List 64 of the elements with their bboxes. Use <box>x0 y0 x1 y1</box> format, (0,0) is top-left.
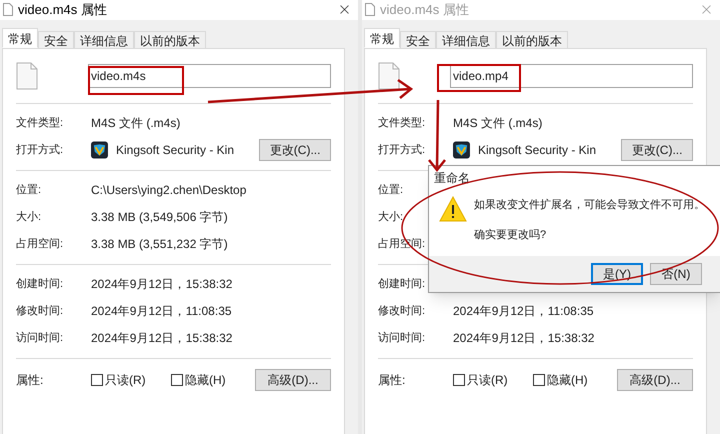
shield-icon <box>453 141 470 159</box>
filename-field[interactable]: video.m4s <box>88 64 331 88</box>
field-label: 打开方式: <box>16 142 64 158</box>
checkbox-label: 隐藏(H) <box>185 372 226 388</box>
field-value: 2024年9月12日，11:08:35 <box>453 303 594 320</box>
advanced-button[interactable]: 高级(D)... <box>255 368 331 390</box>
dialog-question: 确实要更改吗? <box>474 228 548 242</box>
tab[interactable]: 常规 <box>2 28 38 48</box>
file-icon <box>378 62 400 90</box>
checkbox-label: 隐藏(H) <box>547 372 588 388</box>
field-value: 3.38 MB (3,549,506 字节) <box>91 209 228 226</box>
field-value: C:\Users\ying2.chen\Desktop <box>91 182 246 199</box>
tab[interactable]: 详细信息 <box>436 30 496 48</box>
field-value: 2024年9月12日，15:38:32 <box>91 330 232 347</box>
field-value: Kingsoft Security - Kin <box>478 142 598 159</box>
tab[interactable]: 详细信息 <box>74 30 134 48</box>
checkbox[interactable] <box>533 374 545 386</box>
checkbox[interactable] <box>91 374 103 386</box>
dialog-title: 重命名 <box>433 170 471 186</box>
field-label: 大小: <box>378 210 404 225</box>
field-value: 2024年9月12日，15:38:32 <box>453 330 594 347</box>
checkbox-label: 只读(R) <box>105 372 146 388</box>
field-value: Kingsoft Security - Kin <box>116 142 236 159</box>
field-label: 位置: <box>378 182 404 198</box>
checkbox-label: 只读(R) <box>467 372 508 388</box>
filename-field[interactable]: video.mp4 <box>450 64 693 88</box>
field-label: 访问时间: <box>16 330 64 346</box>
field-label: 打开方式: <box>378 142 426 158</box>
change-button[interactable]: 更改(C)... <box>621 139 693 161</box>
field-label: 大小: <box>16 210 42 225</box>
field-label: 文件类型: <box>16 116 64 131</box>
field-value: M4S 文件 (.m4s) <box>91 115 180 132</box>
tab[interactable]: 以前的版本 <box>496 30 568 48</box>
field-label: 占用空间: <box>16 236 64 252</box>
dialog-message: 如果改变文件扩展名，可能会导致文件不可用。 <box>474 198 705 213</box>
field-label: 修改时间: <box>378 304 426 319</box>
field-label: 访问时间: <box>378 330 426 346</box>
field-label: 位置: <box>16 182 42 198</box>
field-label: 创建时间: <box>16 276 64 292</box>
file-icon <box>3 3 13 16</box>
file-icon <box>365 3 375 16</box>
field-value: 2024年9月12日，15:38:32 <box>91 276 232 293</box>
field-value: 2024年9月12日，11:08:35 <box>91 303 232 320</box>
file-icon <box>16 62 38 90</box>
dialog-button[interactable]: 否(N) <box>650 263 702 285</box>
window-title: video.m4s 属性 <box>380 1 469 19</box>
shield-icon <box>91 141 108 159</box>
tab[interactable]: 常规 <box>364 28 400 48</box>
advanced-button[interactable]: 高级(D)... <box>617 368 693 390</box>
window-title: video.m4s 属性 <box>18 1 107 19</box>
checkbox[interactable] <box>171 374 183 386</box>
field-label: 属性: <box>16 372 44 388</box>
tab[interactable]: 安全 <box>400 30 436 48</box>
field-value: M4S 文件 (.m4s) <box>453 115 542 132</box>
field-label: 文件类型: <box>378 116 426 131</box>
field-value: 3.38 MB (3,551,232 字节) <box>91 236 228 253</box>
field-label: 创建时间: <box>378 276 426 292</box>
tab[interactable]: 以前的版本 <box>134 30 206 48</box>
warning-icon <box>439 196 467 222</box>
tab[interactable]: 安全 <box>38 30 74 48</box>
field-label: 属性: <box>378 372 406 388</box>
checkbox[interactable] <box>453 374 465 386</box>
field-label: 修改时间: <box>16 304 64 319</box>
change-button[interactable]: 更改(C)... <box>259 139 331 161</box>
